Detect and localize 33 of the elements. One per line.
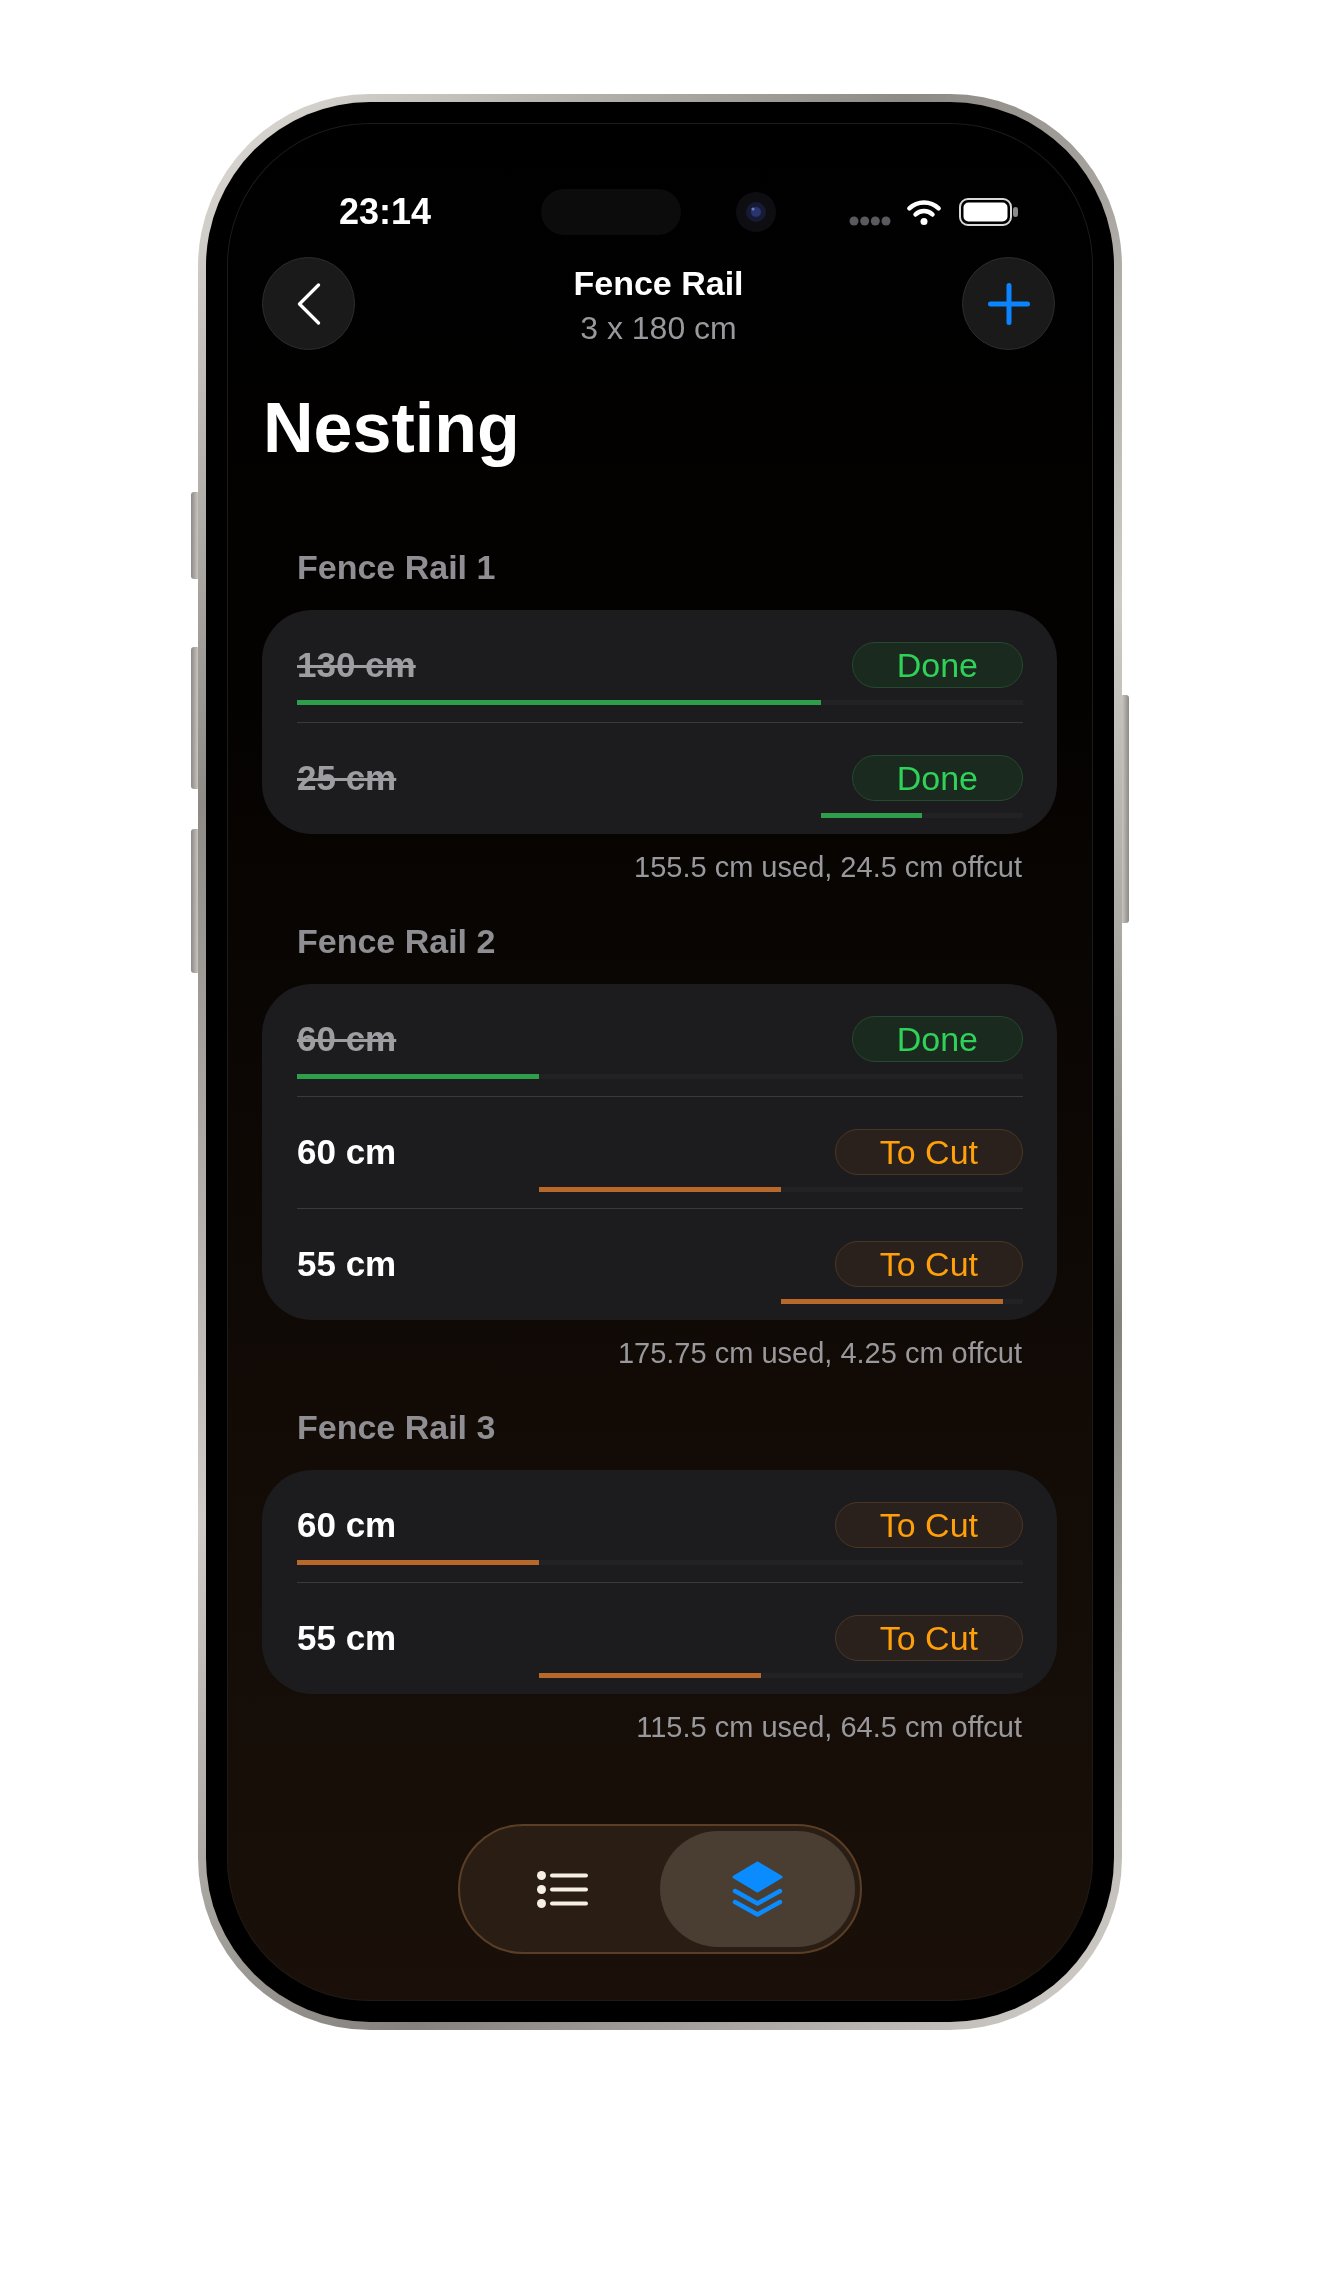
cut-length: 60 cm [297, 1018, 397, 1060]
status-button[interactable]: To Cut [834, 1129, 1023, 1175]
cut-length: 60 cm [297, 1504, 397, 1546]
signal-icon [849, 216, 892, 226]
layers-icon [732, 1861, 783, 1917]
rail-summary: 175.75 cm used, 4.25 cm offcut [617, 1336, 1022, 1371]
page-title: Nesting [263, 388, 520, 469]
wifi-icon [906, 199, 943, 225]
status-button[interactable]: To Cut [834, 1241, 1023, 1287]
layers-tab[interactable] [660, 1831, 855, 1947]
section-title: Fence Rail 3 [297, 1407, 496, 1447]
rail-summary: 115.5 cm used, 64.5 cm offcut [636, 1710, 1022, 1745]
cut-length: 130 cm [297, 644, 416, 686]
status-button[interactable]: To Cut [834, 1502, 1023, 1548]
status-button[interactable]: Done [851, 1016, 1023, 1062]
section-title: Fence Rail 1 [297, 547, 496, 587]
battery-icon [959, 198, 1019, 226]
status-button[interactable]: Done [851, 642, 1023, 688]
list-icon [537, 1870, 588, 1908]
cut-length: 60 cm [297, 1131, 397, 1173]
status-time: 23:14 [339, 190, 432, 234]
cut-length: 25 cm [297, 757, 397, 799]
status-button[interactable]: Done [851, 755, 1023, 801]
camera-lens-icon [736, 192, 777, 232]
nav-subtitle: 3 x 180 cm [580, 309, 737, 348]
section-title: Fence Rail 2 [297, 921, 496, 961]
cut-length: 55 cm [297, 1617, 397, 1659]
nav-title: Fence Rail [573, 263, 744, 304]
status-button[interactable]: To Cut [834, 1615, 1023, 1661]
back-icon [295, 282, 322, 325]
cut-length: 55 cm [297, 1243, 397, 1285]
plus-icon [987, 282, 1030, 325]
rail-summary: 155.5 cm used, 24.5 cm offcut [634, 850, 1022, 885]
